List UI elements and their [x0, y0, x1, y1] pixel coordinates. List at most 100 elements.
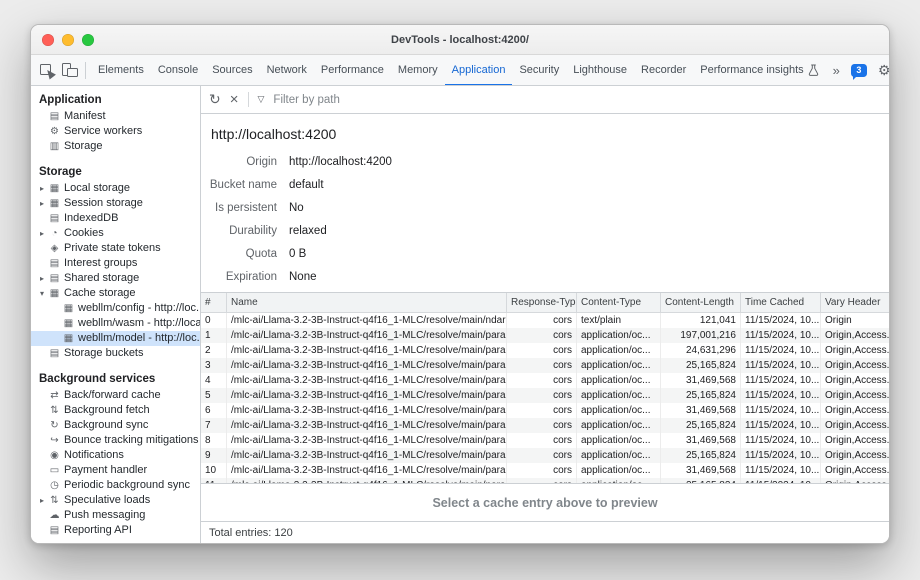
device-toolbar-icon[interactable]	[61, 62, 78, 78]
/mlc-ai/Llama-3.2-3B-Instruct-q4f16_1-MLC/resolve/main/params_s...[interactable]: 1 /mlc-ai/Llama-3.2-3B-Instruct-q4f16_1-…	[201, 328, 889, 343]
sidebar-item-cache-storage[interactable]: ▾ ▦ Cache storage	[31, 286, 200, 301]
sidebar-item-reporting-api[interactable]: ▤ Reporting API	[31, 523, 200, 538]
tab-performance[interactable]: Performance	[314, 55, 391, 86]
sidebar-item-periodic-background-sync[interactable]: ◷ Periodic background sync	[31, 478, 200, 493]
bell-icon: ◉	[47, 448, 62, 463]
cell-content-type: application/oc...	[577, 448, 661, 463]
sidebar-item-shared-storage[interactable]: ▸ ▤ Shared storage	[31, 271, 200, 286]
tab-lighthouse[interactable]: Lighthouse	[566, 55, 634, 86]
column-header-content-length[interactable]: Content-Length	[661, 293, 741, 312]
cell-time-cached: 11/15/2024, 10...	[741, 343, 821, 358]
sidebar-item-service-workers[interactable]: ⚙ Service workers	[31, 124, 200, 139]
table-icon: ▦	[61, 331, 76, 346]
application-sidebar: Application ▤ Manifest ⚙ Service workers…	[31, 86, 201, 543]
sidebar-item-push-messaging[interactable]: ☁ Push messaging	[31, 508, 200, 523]
sidebar-item-label: Push messaging	[62, 508, 145, 523]
sidebar-item-notifications[interactable]: ◉ Notifications	[31, 448, 200, 463]
detail-row: Expiration None	[201, 265, 889, 288]
sidebar-item-background-fetch[interactable]: ⇅ Background fetch	[31, 403, 200, 418]
cell-content-type: application/oc...	[577, 388, 661, 403]
sidebar-item-back-forward-cache[interactable]: ⇄ Back/forward cache	[31, 388, 200, 403]
tab-memory[interactable]: Memory	[391, 55, 445, 86]
cloud-icon: ☁	[47, 508, 62, 523]
inspect-element-icon[interactable]	[39, 62, 55, 78]
/mlc-ai/Llama-3.2-3B-Instruct-q4f16_1-MLC/resolve/main/params_s...[interactable]: 10 /mlc-ai/Llama-3.2-3B-Instruct-q4f16_1…	[201, 463, 889, 478]
cell-content-length: 24,631,296	[661, 343, 741, 358]
cell-vary-header: Origin,Access...	[821, 373, 889, 388]
tab-elements[interactable]: Elements	[91, 55, 151, 86]
column-header-response-type[interactable]: Response-Type	[507, 293, 577, 312]
sidebar-item-bounce-tracking-mitigations[interactable]: ↪ Bounce tracking mitigations	[31, 433, 200, 448]
cell-name: /mlc-ai/Llama-3.2-3B-Instruct-q4f16_1-ML…	[227, 373, 507, 388]
refresh-icon[interactable]: ↻	[209, 91, 221, 108]
sidebar-item-manifest[interactable]: ▤ Manifest	[31, 109, 200, 124]
sidebar-item-cookies[interactable]: ▸ ◔ Cookies	[31, 226, 200, 241]
cell-content-length: 31,469,568	[661, 403, 741, 418]
detail-label: Is persistent	[201, 202, 277, 214]
sidebar-item-private-state-tokens[interactable]: ◈ Private state tokens	[31, 241, 200, 256]
sidebar-item-speculative-loads[interactable]: ▸ ⇅ Speculative loads	[31, 493, 200, 508]
cell-content-type: text/plain	[577, 313, 661, 328]
/mlc-ai/Llama-3.2-3B-Instruct-q4f16_1-MLC/resolve/main/params_s...[interactable]: 9 /mlc-ai/Llama-3.2-3B-Instruct-q4f16_1-…	[201, 448, 889, 463]
cell-vary-header: Origin	[821, 313, 889, 328]
cell-content-length: 25,165,824	[661, 358, 741, 373]
sidebar-item-webllm-wasm[interactable]: ▦ webllm/wasm - http://loca...	[31, 316, 200, 331]
/mlc-ai/Llama-3.2-3B-Instruct-q4f16_1-MLC/resolve/main/params_s...[interactable]: 4 /mlc-ai/Llama-3.2-3B-Instruct-q4f16_1-…	[201, 373, 889, 388]
cell-index: 10	[201, 463, 227, 478]
cell-time-cached: 11/15/2024, 10...	[741, 418, 821, 433]
tab-console[interactable]: Console	[151, 55, 205, 86]
experiment-flask-icon	[808, 64, 819, 76]
/mlc-ai/Llama-3.2-3B-Instruct-q4f16_1-MLC/resolve/main/params_s...[interactable]: 3 /mlc-ai/Llama-3.2-3B-Instruct-q4f16_1-…	[201, 358, 889, 373]
sidebar-item-label: Shared storage	[62, 271, 139, 286]
tab-recorder[interactable]: Recorder	[634, 55, 693, 86]
cell-response-type: cors	[507, 418, 577, 433]
cell-vary-header: Origin,Access...	[821, 343, 889, 358]
cookie-icon: ◔	[47, 226, 62, 241]
/mlc-ai/Llama-3.2-3B-Instruct-q4f16_1-MLC/resolve/main/ndarray-c...[interactable]: 0 /mlc-ai/Llama-3.2-3B-Instruct-q4f16_1-…	[201, 313, 889, 328]
detail-value: http://localhost:4200	[289, 156, 392, 168]
cell-index: 0	[201, 313, 227, 328]
sidebar-item-webllm-model[interactable]: ▦ webllm/model - http://loc...	[31, 331, 200, 346]
settings-gear-icon[interactable]: ⚙	[873, 62, 889, 79]
sidebar-item-session-storage[interactable]: ▸ ▦ Session storage	[31, 196, 200, 211]
sidebar-item-storage[interactable]: ▥ Storage	[31, 139, 200, 154]
tab-performance-insights[interactable]: Performance insights	[693, 55, 825, 86]
table-icon: ▦	[47, 196, 62, 211]
issues-counter-button[interactable]: 3	[851, 64, 867, 77]
/mlc-ai/Llama-3.2-3B-Instruct-q4f16_1-MLC/resolve/main/params_s...[interactable]: 2 /mlc-ai/Llama-3.2-3B-Instruct-q4f16_1-…	[201, 343, 889, 358]
/mlc-ai/Llama-3.2-3B-Instruct-q4f16_1-MLC/resolve/main/params_s...[interactable]: 8 /mlc-ai/Llama-3.2-3B-Instruct-q4f16_1-…	[201, 433, 889, 448]
tab-application[interactable]: Application	[445, 55, 513, 86]
more-tabs-button[interactable]: »	[828, 63, 845, 78]
tab-sources[interactable]: Sources	[205, 55, 259, 86]
detail-row: Quota 0 B	[201, 242, 889, 265]
cell-response-type: cors	[507, 463, 577, 478]
column-header-content-type[interactable]: Content-Type	[577, 293, 661, 312]
column-header-time-cached[interactable]: Time Cached	[741, 293, 821, 312]
sidebar-item-indexeddb[interactable]: ▤ IndexedDB	[31, 211, 200, 226]
column-header-index[interactable]: #	[201, 293, 227, 312]
sidebar-item-local-storage[interactable]: ▸ ▦ Local storage	[31, 181, 200, 196]
/mlc-ai/Llama-3.2-3B-Instruct-q4f16_1-MLC/resolve/main/params_s...[interactable]: 7 /mlc-ai/Llama-3.2-3B-Instruct-q4f16_1-…	[201, 418, 889, 433]
delete-selected-icon[interactable]: ×	[230, 91, 239, 108]
/mlc-ai/Llama-3.2-3B-Instruct-q4f16_1-MLC/resolve/main/params_s...[interactable]: 6 /mlc-ai/Llama-3.2-3B-Instruct-q4f16_1-…	[201, 403, 889, 418]
/mlc-ai/Llama-3.2-3B-Instruct-q4f16_1-MLC/resolve/main/params_s...[interactable]: 5 /mlc-ai/Llama-3.2-3B-Instruct-q4f16_1-…	[201, 388, 889, 403]
sidebar-item-payment-handler[interactable]: ▭ Payment handler	[31, 463, 200, 478]
sidebar-item-storage-buckets[interactable]: ▤ Storage buckets	[31, 346, 200, 361]
sidebar-item-label: Background services	[37, 370, 155, 388]
detail-row: Durability relaxed	[201, 219, 889, 242]
column-header-vary-header[interactable]: Vary Header	[821, 293, 889, 312]
column-header-name[interactable]: Name	[227, 293, 507, 312]
tab-security[interactable]: Security	[512, 55, 566, 86]
filter-by-path-input[interactable]	[273, 94, 493, 106]
issues-bubble-icon: 3	[851, 64, 867, 77]
sidebar-item-interest-groups[interactable]: ▤ Interest groups	[31, 256, 200, 271]
cell-response-type: cors	[507, 358, 577, 373]
tab-network[interactable]: Network	[260, 55, 314, 86]
sidebar-item-label: Local storage	[62, 181, 130, 196]
cell-content-length: 31,469,568	[661, 433, 741, 448]
sidebar-item-background-sync[interactable]: ↻ Background sync	[31, 418, 200, 433]
grid-body: 0 /mlc-ai/Llama-3.2-3B-Instruct-q4f16_1-…	[201, 313, 889, 483]
detail-value: No	[289, 202, 304, 214]
sidebar-item-webllm-config[interactable]: ▦ webllm/config - http://loc...	[31, 301, 200, 316]
toolbar-divider	[85, 62, 86, 79]
